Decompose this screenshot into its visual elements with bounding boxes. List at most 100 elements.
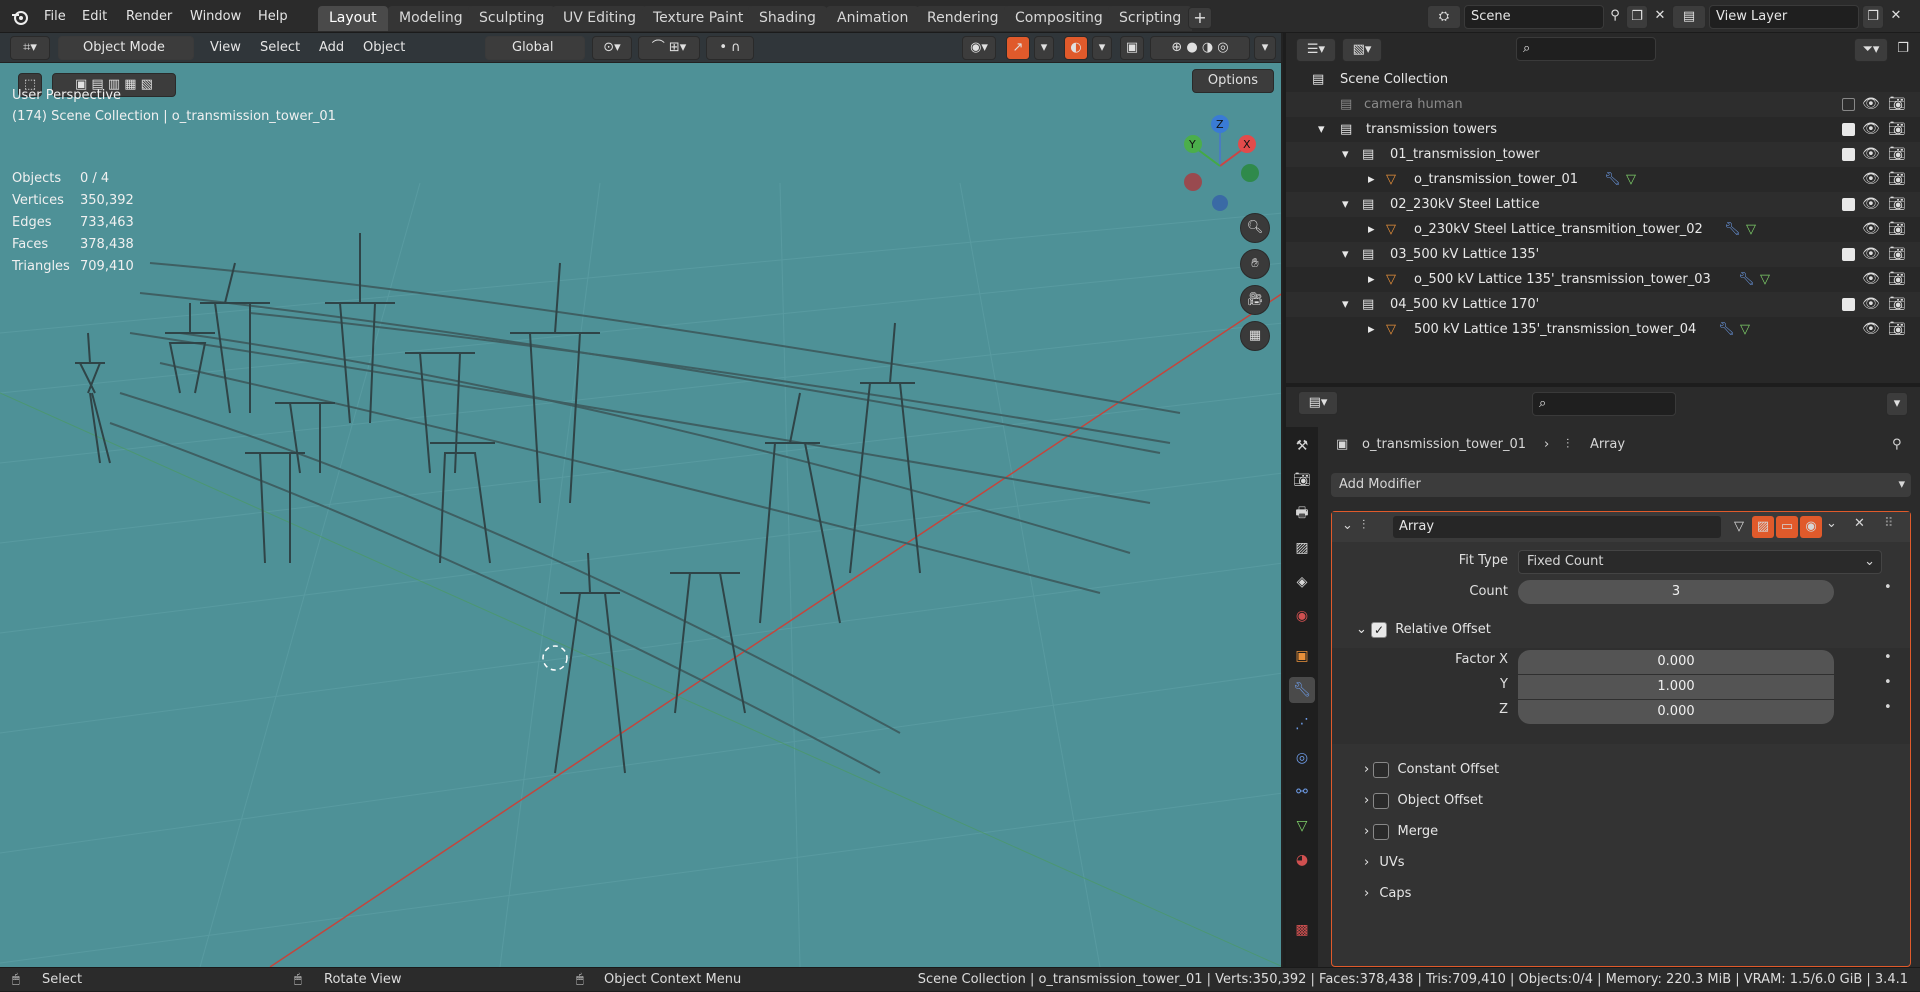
object-offset-checkbox[interactable] [1373, 792, 1390, 809]
physics-tab-icon[interactable]: ◎ [1289, 745, 1315, 771]
modifier-wrench-icon[interactable]: 🔧︎ [1604, 167, 1621, 192]
render-camera-icon[interactable]: 📷︎ [1888, 267, 1906, 292]
tab-uv-editing[interactable]: UV Editing [552, 6, 648, 31]
exclude-checkbox[interactable] [1842, 298, 1855, 311]
add-workspace-button[interactable]: + [1188, 7, 1212, 29]
pivot-point-icon[interactable]: ⊙▾ [592, 36, 632, 60]
menu-window[interactable]: Window [190, 0, 241, 33]
close-icon[interactable]: ✕ [1854, 516, 1865, 531]
edit-mode-icon[interactable]: ▨ [1752, 516, 1774, 538]
caps-header[interactable]: › Caps [1364, 882, 1411, 906]
factor-x-field[interactable]: 0.000 [1518, 650, 1834, 674]
drag-handle-icon[interactable]: ⠿ [1884, 516, 1894, 531]
outliner-row[interactable]: ▤ camera human 👁︎ 📷︎ [1286, 92, 1920, 117]
fit-type-dropdown[interactable]: Fixed Count ⌄ [1518, 550, 1882, 574]
outliner-row[interactable]: ▾ ▤ 04_500 kV Lattice 170' 👁︎ 📷︎ [1286, 292, 1920, 317]
expand-arrow-icon[interactable]: ▸ [1368, 317, 1375, 342]
render-camera-icon[interactable]: 📷︎ [1888, 242, 1906, 267]
visibility-eye-icon[interactable]: 👁︎ [1862, 292, 1880, 317]
render-camera-icon[interactable]: 📷︎ [1888, 117, 1906, 142]
merge-checkbox[interactable] [1373, 823, 1390, 840]
options-button[interactable]: Options [1192, 69, 1274, 93]
view-layer-browse-icon[interactable]: ▤ [1672, 5, 1706, 29]
new-collection-icon[interactable]: ❐ [1892, 38, 1914, 62]
keyframe-dot-icon[interactable]: • [1884, 675, 1892, 690]
menu-view[interactable]: View [210, 36, 241, 60]
visibility-eye-icon[interactable]: 👁︎ [1862, 142, 1880, 167]
render-camera-icon[interactable]: 📷︎ [1888, 292, 1906, 317]
material-tab-icon[interactable]: ◕ [1289, 847, 1315, 873]
gizmo-dropdown-icon[interactable]: ▾ [1034, 36, 1054, 60]
render-camera-icon[interactable]: 📷︎ [1888, 92, 1906, 117]
data-tab-icon[interactable]: ▽ [1289, 813, 1315, 839]
exclude-checkbox[interactable] [1842, 98, 1855, 111]
visibility-eye-icon[interactable]: 👁︎ [1862, 242, 1880, 267]
transform-orientation-dropdown[interactable]: Global [485, 36, 585, 60]
outliner-search-input[interactable]: ⌕ [1516, 37, 1656, 61]
outliner-row[interactable]: ▾ ▤ 01_transmission_tower 👁︎ 📷︎ [1286, 142, 1920, 167]
outliner-row[interactable]: ▸ ▽ o_230kV Steel Lattice_transmition_to… [1286, 217, 1920, 242]
tool-tab-icon[interactable]: ⚒ [1289, 433, 1315, 459]
scene-tab-icon[interactable]: ◈ [1289, 569, 1315, 595]
tab-rendering[interactable]: Rendering [916, 6, 1010, 31]
camera-view-icon[interactable]: 🎥︎ [1240, 285, 1270, 315]
delete-scene-icon[interactable]: ✕ [1650, 5, 1670, 29]
edit-cage-icon[interactable]: ▽ [1728, 516, 1750, 538]
tab-layout[interactable]: Layout [318, 6, 388, 31]
overlays-toggle-icon[interactable]: ◐ [1064, 36, 1088, 60]
constraints-tab-icon[interactable]: ⚯ [1289, 779, 1315, 805]
keyframe-dot-icon[interactable]: • [1884, 700, 1892, 715]
scene-name-field[interactable]: Scene [1464, 5, 1604, 29]
expand-arrow-icon[interactable]: ▾ [1342, 292, 1349, 317]
navigation-gizmo[interactable]: Z X Y [1170, 111, 1270, 211]
object-offset-header[interactable]: › Object Offset [1364, 789, 1483, 813]
menu-object[interactable]: Object [363, 36, 405, 60]
menu-add[interactable]: Add [319, 36, 344, 60]
visibility-icon[interactable]: ◉▾ [962, 36, 996, 60]
menu-render[interactable]: Render [126, 0, 172, 33]
tab-texture-paint[interactable]: Texture Paint [642, 6, 755, 31]
perspective-toggle-icon[interactable]: ▦ [1240, 321, 1270, 351]
outliner-row[interactable]: ▾ ▤ 03_500 kV Lattice 135' 👁︎ 📷︎ [1286, 242, 1920, 267]
particles-tab-icon[interactable]: ⋰ [1289, 711, 1315, 737]
relative-offset-checkbox[interactable]: ✓ [1371, 621, 1388, 638]
render-camera-icon[interactable]: 📷︎ [1888, 217, 1906, 242]
count-field[interactable]: 3 [1518, 580, 1834, 604]
overlays-dropdown-icon[interactable]: ▾ [1092, 36, 1112, 60]
visibility-eye-icon[interactable]: 👁︎ [1862, 267, 1880, 292]
merge-header[interactable]: › Merge [1364, 820, 1438, 844]
texture-tab-icon[interactable]: ▩ [1289, 917, 1315, 943]
new-scene-icon[interactable]: ❐ [1626, 5, 1648, 29]
tab-scripting[interactable]: Scripting [1108, 6, 1193, 31]
outliner-row[interactable]: ▾ ▤ transmission towers 👁︎ 📷︎ [1286, 117, 1920, 142]
visibility-eye-icon[interactable]: 👁︎ [1862, 117, 1880, 142]
modifier-wrench-icon[interactable]: 🔧︎ [1724, 217, 1741, 242]
visibility-eye-icon[interactable]: 👁︎ [1862, 167, 1880, 192]
properties-options-icon[interactable]: ▾ [1886, 392, 1908, 416]
expand-arrow-icon[interactable]: ▸ [1368, 267, 1375, 292]
expand-arrow-icon[interactable]: ▾ [1342, 192, 1349, 217]
outliner-row[interactable]: ▸ ▽ o_transmission_tower_01 🔧︎ ▽ 👁︎ 📷︎ [1286, 167, 1920, 192]
expand-arrow-icon[interactable]: ▸ [1368, 217, 1375, 242]
xray-toggle-icon[interactable]: ▣ [1120, 36, 1144, 60]
exclude-checkbox[interactable] [1842, 248, 1855, 261]
expand-arrow-icon[interactable]: ▾ [1318, 117, 1325, 142]
tab-animation[interactable]: Animation [826, 6, 920, 31]
view-layer-name-field[interactable]: View Layer [1709, 5, 1859, 29]
expand-arrow-icon[interactable]: ▾ [1342, 142, 1349, 167]
menu-edit[interactable]: Edit [82, 0, 107, 33]
output-tab-icon[interactable]: 🖶︎ [1289, 501, 1315, 527]
world-tab-icon[interactable]: ◉ [1289, 603, 1315, 629]
pin-icon[interactable]: ⚲ [1892, 437, 1902, 452]
shading-dropdown-icon[interactable]: ▾ [1254, 36, 1276, 60]
pin-icon[interactable]: ⚲ [1605, 5, 1625, 29]
modifier-tab-icon[interactable]: 🔧︎ [1289, 677, 1315, 703]
shading-mode-icons[interactable]: ⊕ ● ◑ ◎ [1150, 36, 1250, 60]
modifier-wrench-icon[interactable]: 🔧︎ [1738, 267, 1755, 292]
display-mode-icon[interactable]: ▧▾ [1342, 38, 1382, 62]
object-tab-icon[interactable]: ▣ [1289, 643, 1315, 669]
tab-modeling[interactable]: Modeling [388, 6, 474, 31]
scene-browse-icon[interactable]: ⛭ [1427, 5, 1461, 29]
visibility-eye-icon[interactable]: 👁︎ [1862, 92, 1880, 117]
expand-arrow-icon[interactable]: ▾ [1342, 242, 1349, 267]
